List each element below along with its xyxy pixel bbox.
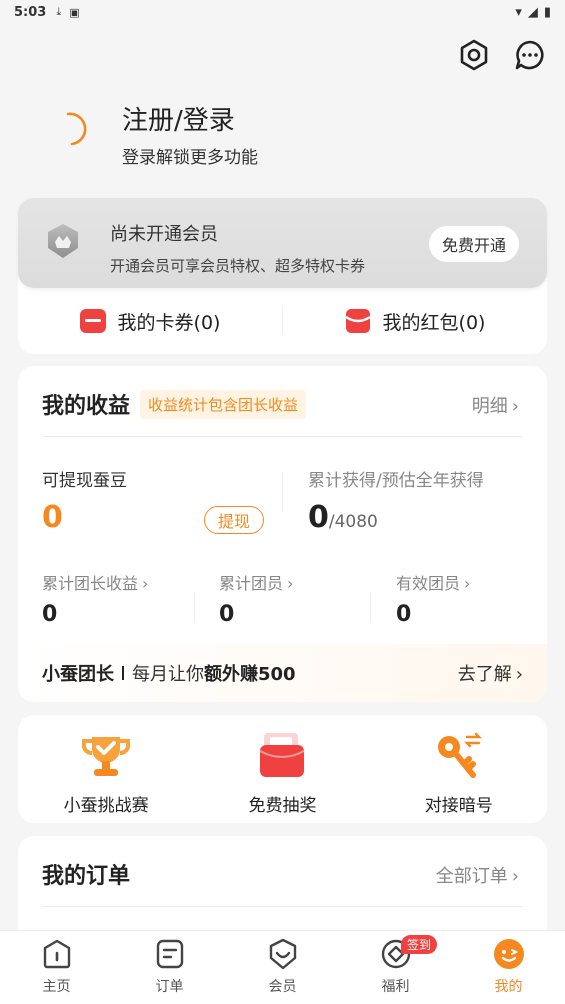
stat-active-members[interactable]: 有效团员 › 0 — [396, 570, 470, 627]
withdraw-button[interactable]: 提现 — [204, 506, 264, 534]
divider — [42, 436, 523, 437]
battery-icon: ▮ — [543, 4, 551, 20]
tools-card: 小蚕挑战赛 免费抽奖 对接暗号 — [18, 715, 547, 823]
member-banner[interactable]: 尚未开通会员 开通会员可享会员特权、超多特权卡券 免费开通 — [18, 198, 547, 288]
chevron-right-icon: › — [142, 574, 149, 593]
login-title[interactable]: 注册/登录 — [122, 100, 258, 137]
chevron-right-icon: › — [515, 664, 523, 685]
stat-leader-earnings[interactable]: 累计团长收益 › 0 — [42, 570, 148, 627]
trophy-icon — [78, 727, 134, 783]
red-envelope-icon — [344, 309, 371, 333]
profile-face-icon — [493, 939, 524, 969]
chevron-right-icon: › — [464, 574, 471, 593]
divider — [122, 666, 124, 680]
top-actions — [457, 38, 547, 72]
status-bar: 5:03 ⤓ ▣ ▾ ◢ ▮ — [0, 0, 565, 24]
tool-lottery[interactable]: 免费抽奖 — [194, 715, 370, 823]
ticket-icon — [79, 309, 106, 333]
tab-welfare[interactable]: 签到 福利 — [339, 931, 452, 1004]
profile-login[interactable]: 注册/登录 登录解锁更多功能 — [52, 100, 258, 168]
stat-team-members[interactable]: 累计团员 › 0 — [219, 570, 293, 627]
my-coupons-label: 我的卡券(0) — [117, 311, 221, 334]
key-icon — [431, 727, 487, 783]
tab-home-label: 主页 — [42, 979, 71, 995]
divider — [42, 906, 523, 907]
tool-lottery-label: 免费抽奖 — [248, 796, 317, 816]
earnings-tag: 收益统计包含团长收益 — [140, 389, 307, 419]
member-title: 尚未开通会员 — [110, 224, 218, 245]
download-icon: ⤓ — [56, 5, 62, 18]
my-red-envelopes[interactable]: 我的红包(0) — [283, 296, 547, 346]
earnings-detail-link[interactable]: 明细 › — [472, 392, 519, 418]
total-earned-label: 累计获得/预估全年获得 — [308, 471, 484, 491]
divider — [282, 472, 283, 512]
tab-orders[interactable]: 订单 — [113, 931, 226, 1004]
stat-value: 0 — [396, 602, 412, 627]
my-red-envelopes-label: 我的红包(0) — [382, 311, 486, 334]
stat-value: 0 — [219, 602, 235, 627]
withdrawable-value: 0 — [42, 500, 63, 535]
signal-icon: ◢ — [527, 4, 538, 20]
earnings-title: 我的收益 — [42, 394, 131, 419]
orders-title: 我的订单 — [42, 864, 131, 889]
divider — [194, 592, 195, 622]
bottom-tabbar: 主页 订单 会员 签到 福利 我的 — [0, 930, 565, 1004]
leader-learn-more[interactable]: 去了解 › — [458, 660, 523, 686]
tool-challenge[interactable]: 小蚕挑战赛 — [18, 715, 194, 823]
tab-member[interactable]: 会员 — [226, 931, 339, 1004]
chat-bubble-icon[interactable] — [513, 38, 547, 72]
withdrawable-label: 可提现蚕豆 — [42, 471, 127, 491]
tab-home[interactable]: 主页 — [0, 931, 113, 1004]
chevron-right-icon: › — [511, 396, 519, 417]
all-orders-link[interactable]: 全部订单 › — [436, 862, 519, 888]
tab-welfare-label: 福利 — [381, 979, 410, 995]
tab-orders-label: 订单 — [155, 979, 184, 995]
tab-profile[interactable]: 我的 — [452, 931, 565, 1004]
member-subtitle: 开通会员可享会员特权、超多特权卡券 — [110, 257, 366, 275]
tool-code[interactable]: 对接暗号 — [371, 715, 547, 823]
chevron-right-icon: › — [287, 574, 294, 593]
member-card: 尚未开通会员 开通会员可享会员特权、超多特权卡券 免费开通 我的卡券(0) 我的… — [18, 198, 547, 354]
notification-icon: ▣ — [69, 5, 80, 19]
order-icon — [156, 939, 183, 969]
leader-desc: 每月让你额外赚500 — [132, 664, 296, 685]
settings-hex-icon[interactable] — [457, 38, 491, 72]
stat-value: 0 — [42, 602, 58, 627]
tab-member-label: 会员 — [268, 979, 297, 995]
wifi-icon: ▾ — [515, 4, 522, 20]
free-open-button[interactable]: 免费开通 — [428, 226, 519, 262]
home-icon — [43, 939, 70, 969]
member-icon — [269, 938, 296, 970]
tool-challenge-label: 小蚕挑战赛 — [63, 796, 149, 816]
login-subtitle: 登录解锁更多功能 — [122, 148, 258, 168]
coupon-row: 我的卡券(0) 我的红包(0) — [18, 296, 547, 346]
chevron-right-icon: › — [511, 866, 519, 887]
loading-spinner-icon — [52, 110, 92, 150]
status-time: 5:03 — [14, 4, 47, 20]
tab-profile-label: 我的 — [494, 979, 523, 995]
my-coupons[interactable]: 我的卡券(0) — [18, 296, 282, 346]
lottery-box-icon — [254, 727, 310, 783]
member-crown-icon — [42, 220, 84, 262]
tool-code-label: 对接暗号 — [424, 796, 493, 816]
annual-estimate: /4080 — [328, 512, 378, 532]
sign-in-badge: 签到 — [401, 935, 438, 954]
team-leader-banner[interactable]: 小蚕团长 每月让你额外赚500 去了解 › — [18, 644, 547, 702]
divider — [370, 592, 371, 622]
earnings-card: 我的收益 收益统计包含团长收益 明细 › 可提现蚕豆 0 提现 累计获得/预估全年… — [18, 366, 547, 702]
total-earned-value: 0/4080 — [308, 500, 378, 535]
leader-title: 小蚕团长 — [42, 664, 114, 685]
